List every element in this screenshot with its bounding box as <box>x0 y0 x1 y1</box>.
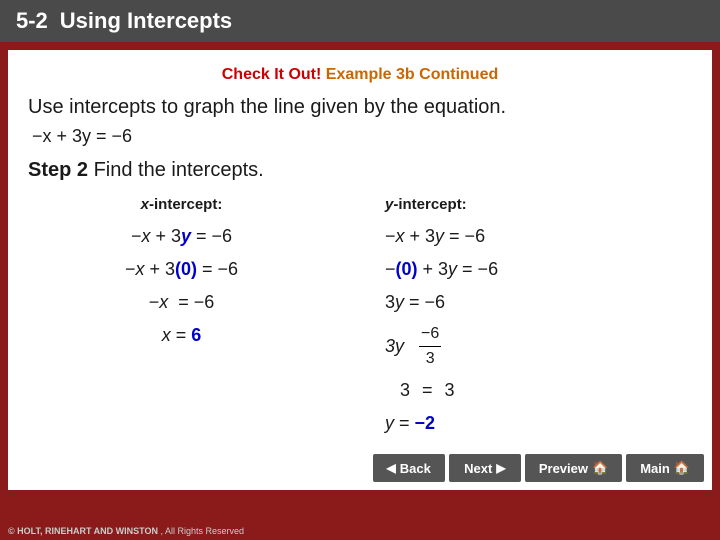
check-label: Check It Out! <box>222 66 322 83</box>
main-icon: 🏠 <box>674 460 690 476</box>
preview-button[interactable]: Preview 🏠 <box>525 454 622 482</box>
x-eq-line4: x = 6 <box>162 322 202 349</box>
check-it-out-line: Check It Out! Example 3b Continued <box>28 66 692 84</box>
preview-label: Preview <box>539 461 588 476</box>
preview-icon: 🏠 <box>592 460 608 476</box>
x-eq-line2: −x + 3(0) = −6 <box>125 256 238 283</box>
main-label: Main <box>640 461 670 476</box>
y-intercept-header: y-intercept: <box>385 196 467 213</box>
page-header: 5-2 Using Intercepts <box>0 0 720 42</box>
next-label: Next <box>464 461 492 476</box>
y-eq-line3: 3y = −6 <box>385 289 445 316</box>
section-title: Using Intercepts <box>60 8 232 34</box>
y-eq-line4: 3y −6 3 <box>385 322 443 371</box>
back-label: Back <box>400 461 431 476</box>
next-button[interactable]: Next ▶ <box>449 454 521 482</box>
x-intercept-column: x-intercept: −x + 3y = −6 −x + 3(0) = −6… <box>28 196 335 443</box>
copyright-text: © HOLT, RINEHART AND WINSTON , All Right… <box>8 526 244 536</box>
step-label: Step 2 <box>28 159 88 181</box>
example-label: Example 3b Continued <box>326 66 498 83</box>
y-eq-line1: −x + 3y = −6 <box>385 223 485 250</box>
instruction-text: Use intercepts to graph the line given b… <box>28 94 692 120</box>
step-text: Find the intercepts. <box>94 159 264 181</box>
intercepts-columns: x-intercept: −x + 3y = −6 −x + 3(0) = −6… <box>28 196 692 443</box>
back-button[interactable]: ◀ Back <box>373 454 445 482</box>
main-button[interactable]: Main 🏠 <box>626 454 704 482</box>
x-eq-line3: −x = −6 <box>149 289 215 316</box>
next-arrow-icon: ▶ <box>496 461 505 475</box>
y-eq-line2: −(0) + 3y = −6 <box>385 256 498 283</box>
main-equation: −x + 3y = −6 <box>32 126 692 147</box>
x-intercept-header: x-intercept: <box>141 196 223 213</box>
copyright-rights: , All Rights Reserved <box>160 526 244 536</box>
y-eq-line6: y = −2 <box>385 410 435 437</box>
copyright-company: © HOLT, RINEHART AND WINSTON <box>8 526 158 536</box>
y-eq-line5: 3 = 3 <box>385 377 455 404</box>
x-intercept-header-text: -intercept: <box>149 196 222 213</box>
y-intercept-header-text: -intercept: <box>393 196 466 213</box>
back-arrow-icon: ◀ <box>387 461 396 475</box>
section-number: 5-2 <box>16 8 48 34</box>
step-heading: Step 2 Find the intercepts. <box>28 159 692 182</box>
y-intercept-column: y-intercept: −x + 3y = −6 −(0) + 3y = −6… <box>355 196 692 443</box>
x-eq-line1: −x + 3y = −6 <box>131 223 232 250</box>
content-area: Check It Out! Example 3b Continued Use i… <box>8 50 712 490</box>
bottom-navigation: ◀ Back Next ▶ Preview 🏠 Main 🏠 <box>373 454 704 482</box>
